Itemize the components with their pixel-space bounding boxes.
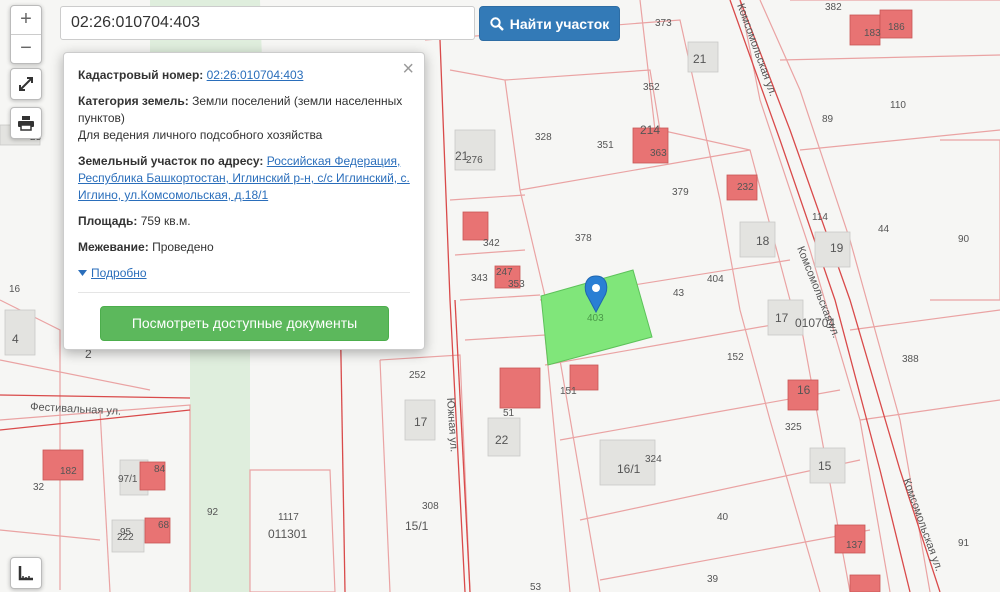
svg-text:352: 352 <box>643 82 660 93</box>
svg-text:403: 403 <box>587 313 604 324</box>
svg-text:379: 379 <box>672 187 689 198</box>
survey-value: Проведено <box>152 240 214 254</box>
search-icon <box>490 16 504 31</box>
fullscreen-button[interactable] <box>10 68 42 100</box>
caret-down-icon <box>78 270 87 276</box>
svg-text:252: 252 <box>409 370 426 381</box>
svg-text:4: 4 <box>12 332 19 346</box>
svg-text:183: 183 <box>864 28 881 39</box>
find-parcel-button[interactable]: Найти участок <box>479 6 620 41</box>
svg-text:22: 22 <box>495 433 509 447</box>
zoom-control: + − <box>10 5 42 64</box>
svg-text:40: 40 <box>717 512 729 523</box>
svg-text:92: 92 <box>207 507 219 518</box>
cadastral-number-label: Кадастровый номер: <box>78 68 204 82</box>
svg-text:39: 39 <box>707 574 719 585</box>
svg-text:32: 32 <box>33 482 45 493</box>
svg-text:351: 351 <box>597 140 614 151</box>
survey-label: Межевание: <box>78 240 149 254</box>
land-category-label: Категория земель: <box>78 94 189 108</box>
svg-text:15: 15 <box>818 459 832 473</box>
svg-text:343: 343 <box>471 273 488 284</box>
svg-text:232: 232 <box>737 182 754 193</box>
cadastral-search-input[interactable] <box>60 6 475 40</box>
svg-text:404: 404 <box>707 274 724 285</box>
address-label: Земельный участок по адресу: <box>78 154 264 168</box>
svg-text:110: 110 <box>890 100 906 111</box>
svg-text:114: 114 <box>812 212 828 223</box>
printer-icon <box>18 116 34 131</box>
svg-text:90: 90 <box>958 234 970 245</box>
find-parcel-label: Найти участок <box>509 15 610 32</box>
address-row: Земельный участок по адресу: Российская … <box>78 153 410 204</box>
svg-text:91: 91 <box>958 538 970 549</box>
popup-divider <box>78 292 410 293</box>
svg-text:373: 373 <box>655 18 672 29</box>
svg-text:16: 16 <box>797 383 811 397</box>
svg-text:276: 276 <box>466 155 483 166</box>
svg-text:325: 325 <box>785 422 802 433</box>
close-icon[interactable]: × <box>402 59 414 79</box>
svg-text:363: 363 <box>650 148 667 159</box>
area-row: Площадь: 759 кв.м. <box>78 213 410 230</box>
svg-text:97/1: 97/1 <box>118 474 138 485</box>
svg-text:51: 51 <box>503 408 515 419</box>
svg-text:388: 388 <box>902 354 919 365</box>
svg-text:324: 324 <box>645 454 662 465</box>
cadastral-number-row: Кадастровый номер: 02:26:010704:403 <box>78 67 410 84</box>
svg-text:137: 137 <box>846 540 863 551</box>
view-documents-button[interactable]: Посмотреть доступные документы <box>100 306 389 341</box>
zoom-out-button[interactable]: − <box>11 34 41 63</box>
svg-text:16: 16 <box>9 284 21 295</box>
svg-text:17: 17 <box>775 311 789 325</box>
svg-text:152: 152 <box>727 352 744 363</box>
print-button[interactable] <box>10 107 42 139</box>
svg-text:328: 328 <box>535 132 552 143</box>
survey-row: Межевание: Проведено <box>78 239 410 256</box>
svg-text:151: 151 <box>560 386 577 397</box>
svg-text:382: 382 <box>825 2 842 13</box>
svg-text:19: 19 <box>830 241 844 255</box>
svg-text:84: 84 <box>154 464 166 475</box>
svg-text:44: 44 <box>878 224 890 235</box>
svg-text:43: 43 <box>673 288 685 299</box>
svg-text:011301: 011301 <box>268 527 307 541</box>
svg-text:308: 308 <box>422 501 439 512</box>
svg-text:89: 89 <box>822 114 834 125</box>
svg-text:1117: 1117 <box>278 512 299 523</box>
details-toggle[interactable]: Подробно <box>78 265 147 282</box>
parcel-info-popup: × Кадастровый номер: 02:26:010704:403 Ка… <box>63 52 425 350</box>
svg-text:222: 222 <box>117 532 134 543</box>
svg-text:182: 182 <box>60 466 77 477</box>
svg-text:342: 342 <box>483 238 500 249</box>
svg-text:214: 214 <box>640 123 660 137</box>
svg-text:16/1: 16/1 <box>617 462 641 476</box>
svg-text:18: 18 <box>756 234 770 248</box>
svg-text:53: 53 <box>530 582 542 592</box>
zoom-in-button[interactable]: + <box>11 6 41 34</box>
ruler-icon <box>18 566 33 581</box>
svg-text:15/1: 15/1 <box>405 519 429 533</box>
svg-text:21: 21 <box>693 52 707 66</box>
area-label: Площадь: <box>78 214 138 228</box>
details-toggle-label: Подробно <box>91 266 147 280</box>
svg-text:247: 247 <box>496 267 513 278</box>
svg-text:186: 186 <box>888 22 905 33</box>
area-value: 759 кв.м. <box>140 214 191 228</box>
svg-text:17: 17 <box>414 415 428 429</box>
svg-text:353: 353 <box>508 279 525 290</box>
cadastral-number-link[interactable]: 02:26:010704:403 <box>207 68 304 82</box>
land-category-row: Категория земель: Земли поселений (земли… <box>78 93 410 144</box>
fullscreen-icon <box>19 77 33 91</box>
land-purpose: Для ведения личного подсобного хозяйства <box>78 128 323 142</box>
svg-text:378: 378 <box>575 233 592 244</box>
svg-text:68: 68 <box>158 520 170 531</box>
measure-button[interactable] <box>10 557 42 589</box>
